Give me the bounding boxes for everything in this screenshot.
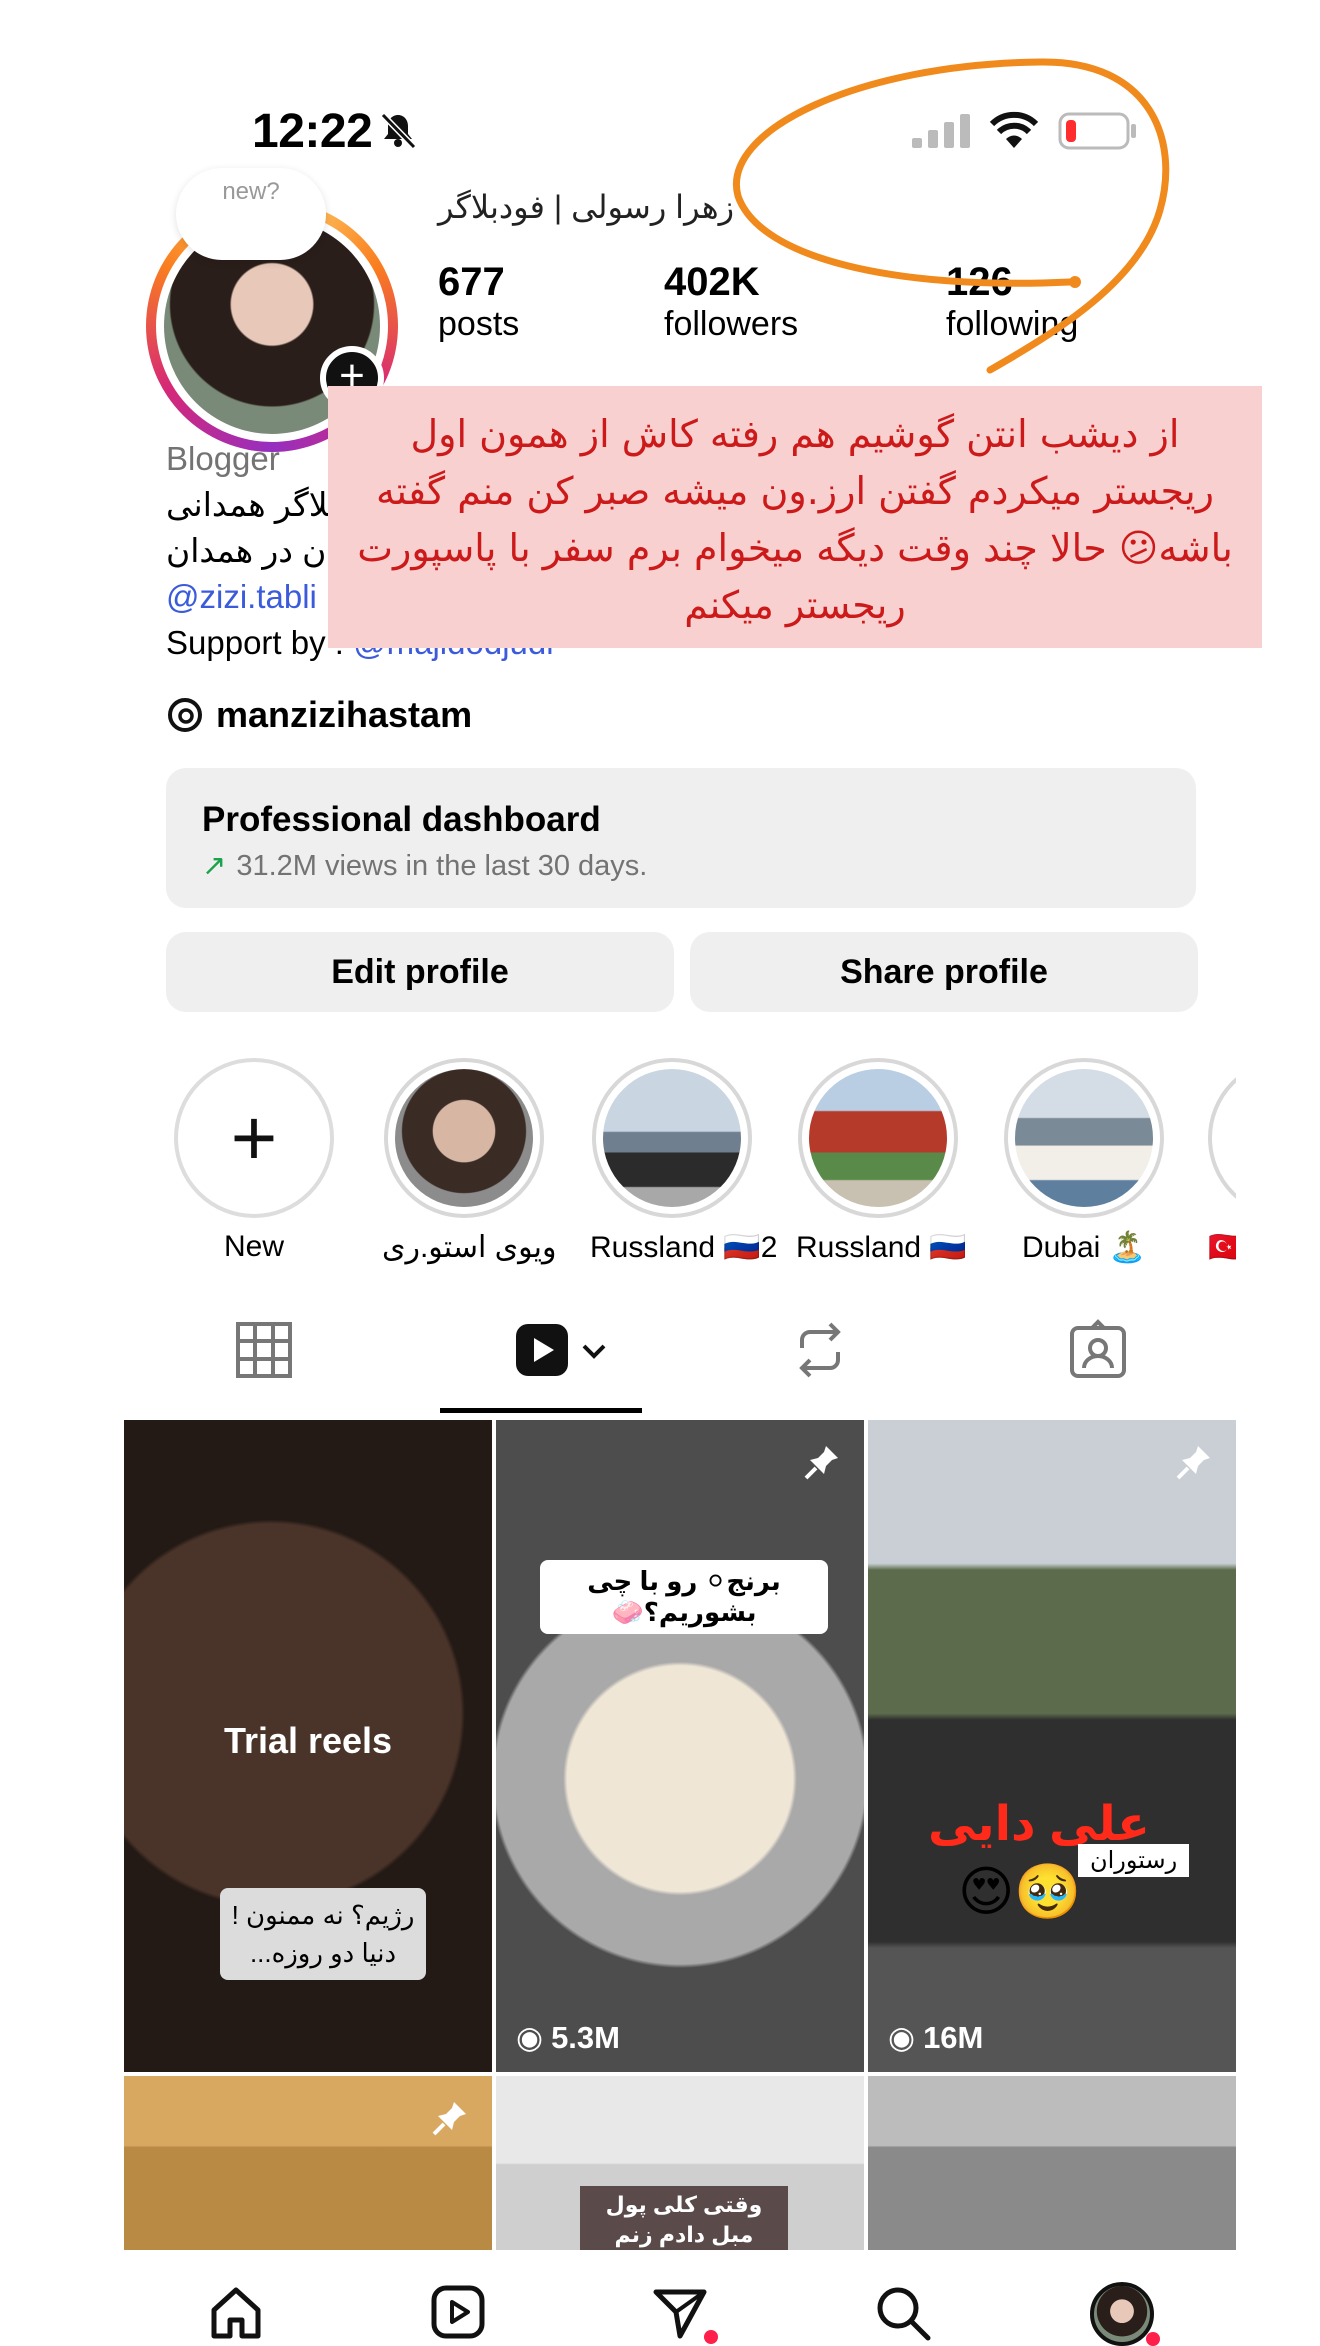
tile-emoji: 😍🥹 <box>958 1862 1082 1922</box>
dashboard-subtitle: ↗ 31.2M views in the last 30 days. <box>202 850 648 882</box>
highlight-item[interactable]: ویوی استو.ری <box>382 1058 556 1265</box>
trend-up-icon: ↗ <box>202 850 227 882</box>
messages-notification-dot <box>704 2330 718 2344</box>
highlight-cover <box>603 1069 741 1207</box>
stat-posts[interactable]: 677 posts <box>438 260 519 344</box>
tile-caption: رژیم؟ نه ممنون ! دنیا دو روزه... <box>220 1888 426 1980</box>
active-tab-indicator <box>440 1408 642 1413</box>
dashboard-title: Professional dashboard <box>202 800 601 839</box>
profile-nav-avatar[interactable] <box>1090 2282 1154 2346</box>
eye-icon: ◉ <box>888 2020 916 2055</box>
bio-line-2: ن در همدان <box>166 532 327 569</box>
tile-caption: برنج⚪ رو با چی بشوریم؟🧼 <box>540 1560 828 1634</box>
reel-tile[interactable]: برنج⚪ رو با چی بشوریم؟🧼 ◉ 5.3M <box>496 1420 864 2072</box>
cell-signal-icon <box>912 114 970 148</box>
battery-low-icon <box>1058 112 1136 150</box>
pin-icon <box>432 2102 466 2136</box>
status-time: 12:22 <box>252 105 373 158</box>
bio-link[interactable]: @zizi.tabli <box>166 574 317 620</box>
tab-grid-icon[interactable] <box>232 1318 296 1382</box>
view-count: ◉ 16M <box>888 2020 984 2055</box>
bio-line-1: بلاگر همدانی <box>166 486 338 523</box>
highlight-new[interactable]: + New <box>172 1058 336 1264</box>
professional-dashboard[interactable]: Professional dashboard ↗ 31.2M views in t… <box>166 768 1196 908</box>
stat-followers[interactable]: 402K followers <box>664 260 798 344</box>
highlight-item[interactable]: Russland 🇷🇺2 <box>590 1058 777 1265</box>
annotation-overlay: از دیشب انتن گوشیم هم رفته کاش از همون ا… <box>328 386 1262 648</box>
highlight-item[interactable]: 🇹🇷 <box>1208 1058 1236 1265</box>
threads-link[interactable]: manzizihastam <box>166 694 472 736</box>
reel-tile[interactable]: Trial reels رژیم؟ نه ممنون ! دنیا دو روز… <box>124 1420 492 2072</box>
tile-caption: وقتی کلی پول مبل دادم زنم نمیزاره روش بش… <box>580 2186 788 2250</box>
pin-icon <box>804 1446 838 1480</box>
pin-icon <box>1176 1446 1210 1480</box>
highlight-cover <box>395 1069 533 1207</box>
reel-tile[interactable] <box>124 2076 492 2250</box>
tab-reels-icon[interactable] <box>512 1318 622 1382</box>
search-icon[interactable] <box>872 2282 932 2342</box>
home-icon[interactable] <box>206 2282 266 2342</box>
highlight-cover <box>1015 1069 1153 1207</box>
tile-caption-sub: رستوران <box>1078 1844 1190 1877</box>
highlight-item[interactable]: Dubai 🏝️ <box>1002 1058 1166 1265</box>
tab-reposts-icon[interactable] <box>788 1318 852 1382</box>
highlight-cover <box>809 1069 947 1207</box>
wifi-icon <box>989 111 1039 148</box>
profile-note[interactable]: new? <box>176 168 326 260</box>
share-profile-button[interactable]: Share profile <box>690 932 1198 1012</box>
threads-icon <box>168 698 202 732</box>
highlight-item[interactable]: Russland 🇷🇺 <box>796 1058 967 1265</box>
bio-category: Blogger <box>166 440 280 477</box>
edit-profile-button[interactable]: Edit profile <box>166 932 674 1012</box>
tab-tagged-icon[interactable] <box>1066 1318 1130 1382</box>
bell-muted-icon <box>380 112 417 150</box>
stat-following[interactable]: 126 following <box>946 260 1078 344</box>
profile-notification-dot <box>1146 2332 1160 2346</box>
plus-icon: + <box>230 1093 278 1182</box>
reel-tile[interactable]: وقتی کلی پول مبل دادم زنم نمیزاره روش بش… <box>496 2076 864 2250</box>
trial-reels-label: Trial reels <box>223 1720 393 1761</box>
profile-display-name: زهرا رسولی | فودبلاگر <box>438 189 735 225</box>
view-count: ◉ 5.3M <box>516 2020 620 2055</box>
eye-icon: ◉ <box>516 2020 544 2055</box>
messages-icon[interactable] <box>650 2282 710 2342</box>
reel-tile[interactable]: علی دایی رستوران 😍🥹 ◉ 16M <box>868 1420 1236 2072</box>
reel-tile[interactable] <box>868 2076 1236 2250</box>
reels-nav-icon[interactable] <box>428 2282 488 2342</box>
